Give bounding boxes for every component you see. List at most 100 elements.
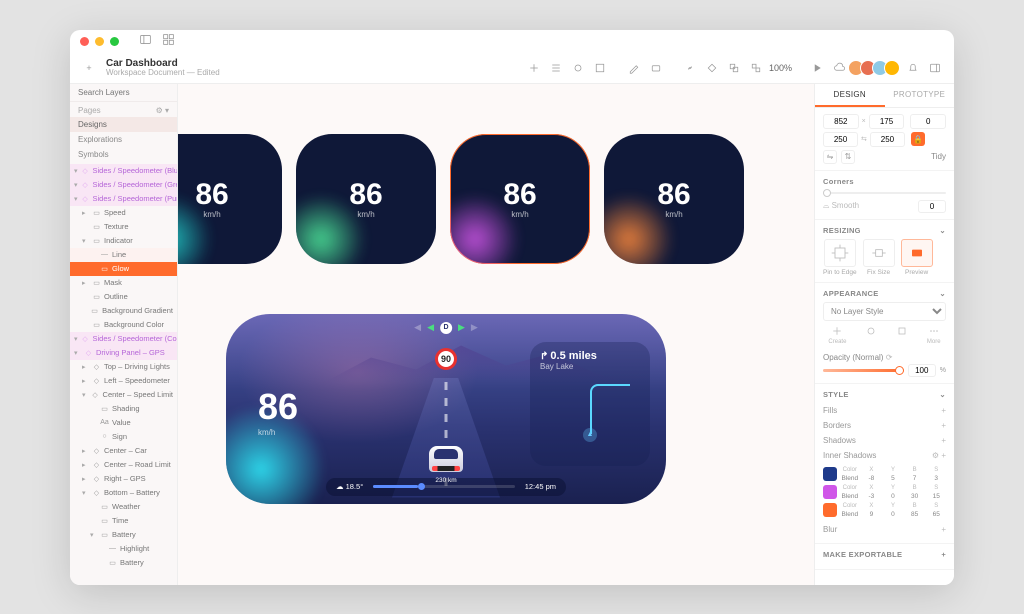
page-item[interactable]: Symbols	[70, 147, 177, 162]
driving-panel[interactable]: ◀ ◀ D ▶ ▶ 90 86 km/h ↱0.5 miles Bay Lake	[226, 314, 666, 504]
layer-row[interactable]: —Highlight	[70, 542, 177, 556]
speedometer-artboard[interactable]: 86km/h	[178, 134, 282, 264]
layer-row[interactable]: ▭Time	[70, 514, 177, 528]
shadow-color-swatch[interactable]	[823, 467, 837, 481]
layer-row[interactable]: ▸▭Mask	[70, 276, 177, 290]
fills-row[interactable]: Fills+	[823, 403, 946, 418]
layer-row[interactable]: ▭Weather	[70, 500, 177, 514]
layer-row[interactable]: ▸▭Speed	[70, 206, 177, 220]
inner-shadows-row[interactable]: Inner Shadows⚙ +	[823, 448, 946, 463]
layer-row[interactable]: ▭Outline	[70, 290, 177, 304]
ungroup-tool-icon[interactable]	[747, 59, 765, 77]
layer-row[interactable]: ▸◇Right – GPS	[70, 472, 177, 486]
align-tool-icon[interactable]	[525, 59, 543, 77]
layer-row[interactable]: ▾◇Driving Panel – GPS	[70, 346, 177, 360]
page-item[interactable]: Designs	[70, 117, 177, 132]
constraint-preview[interactable]	[901, 239, 933, 267]
layer-row[interactable]: ▸◇Center – Road Limit	[70, 458, 177, 472]
shadow-color-swatch[interactable]	[823, 503, 837, 517]
layer-row[interactable]: ▭Background Color	[70, 318, 177, 332]
layer-row[interactable]: ▸◇Left – Speedometer	[70, 374, 177, 388]
play-preview-icon[interactable]	[808, 59, 826, 77]
layer-row[interactable]: ▸◇Center – Car	[70, 444, 177, 458]
mask-tool-icon[interactable]	[569, 59, 587, 77]
layer-row[interactable]: ▾▭Battery	[70, 528, 177, 542]
layer-row[interactable]: ▾◇Sides / Speedometer (Purple)	[70, 192, 177, 206]
layer-row[interactable]: ▾◇Sides / Speedometer (Blue)	[70, 164, 177, 178]
layer-row[interactable]: AaValue	[70, 416, 177, 430]
shape-tool-icon[interactable]	[647, 59, 665, 77]
constraint-fix[interactable]	[863, 239, 895, 267]
add-button[interactable]: +	[80, 59, 98, 77]
speedometer-artboard[interactable]: 86km/h	[450, 134, 590, 264]
tidy-button[interactable]: Tidy	[931, 152, 946, 161]
shadow-color-swatch[interactable]	[823, 485, 837, 499]
create-style-icon[interactable]: Create	[828, 325, 846, 345]
opacity-slider[interactable]	[823, 369, 904, 372]
flip-v-icon[interactable]: ⇅	[841, 150, 855, 164]
pos-x-input[interactable]	[823, 114, 859, 129]
weather-readout: ☁ 18.5°	[336, 482, 363, 491]
collapse-icon[interactable]: ⌄	[939, 226, 946, 235]
minimize-window[interactable]	[95, 37, 104, 46]
layer-row[interactable]: ▭Glow	[70, 262, 177, 276]
maximize-window[interactable]	[110, 37, 119, 46]
add-export-icon[interactable]: +	[941, 550, 946, 559]
pos-misc-input[interactable]	[910, 114, 946, 129]
canvas[interactable]: 86km/h86km/h86km/h86km/h ◀ ◀ D ▶ ▶ 90 86…	[178, 84, 814, 585]
speedometer-artboard[interactable]: 86km/h	[604, 134, 744, 264]
speedometer-artboard[interactable]: 86km/h	[296, 134, 436, 264]
symbol-tool-icon[interactable]	[703, 59, 721, 77]
inspector-toggle-icon[interactable]	[926, 59, 944, 77]
layer-row[interactable]: ▾◇Sides / Speedometer (Copper)	[70, 332, 177, 346]
tab-prototype[interactable]: PROTOTYPE	[885, 84, 955, 107]
blur-row[interactable]: Blur+	[823, 522, 946, 537]
layer-row[interactable]: ▾◇Center – Speed Limit	[70, 388, 177, 402]
corner-input[interactable]	[918, 200, 946, 213]
height-input[interactable]	[870, 132, 905, 147]
cloud-icon[interactable]	[830, 59, 848, 77]
link-tool-icon[interactable]	[681, 59, 699, 77]
zoom-level[interactable]: 100%	[769, 63, 792, 73]
style-action-icon[interactable]	[865, 325, 877, 345]
layer-row[interactable]: ▾◇Sides / Speedometer (Green)	[70, 178, 177, 192]
layer-row[interactable]: ▾◇Bottom – Battery	[70, 486, 177, 500]
pencil-tool-icon[interactable]	[625, 59, 643, 77]
width-input[interactable]	[823, 132, 858, 147]
layer-row[interactable]: ▭Background Gradient	[70, 304, 177, 318]
layer-row[interactable]: ▾▭Indicator	[70, 234, 177, 248]
outline-tool-icon[interactable]	[591, 59, 609, 77]
notifications-icon[interactable]	[904, 59, 922, 77]
lock-aspect-icon[interactable]: 🔒	[911, 132, 925, 146]
group-tool-icon[interactable]	[725, 59, 743, 77]
collapse-icon[interactable]: ⌄	[939, 390, 946, 399]
opacity-input[interactable]	[908, 364, 936, 377]
collaborator-avatars[interactable]	[852, 60, 900, 76]
more-icon[interactable]: More	[927, 325, 941, 345]
layer-row[interactable]: —Line	[70, 248, 177, 262]
layer-row[interactable]: ▭Battery	[70, 556, 177, 570]
layer-row[interactable]: ○Sign	[70, 430, 177, 444]
pos-y-input[interactable]	[869, 114, 905, 129]
borders-row[interactable]: Borders+	[823, 418, 946, 433]
collapse-icon[interactable]: ⌄	[939, 289, 946, 298]
layer-style-select[interactable]: No Layer Style	[823, 302, 946, 321]
flip-h-icon[interactable]: ⇋	[823, 150, 837, 164]
tab-design[interactable]: DESIGN	[815, 84, 885, 107]
layer-row[interactable]: ▭Shading	[70, 402, 177, 416]
layer-row[interactable]: ▸◇Top – Driving Lights	[70, 360, 177, 374]
close-window[interactable]	[80, 37, 89, 46]
layer-row[interactable]: ▭Texture	[70, 220, 177, 234]
avatar[interactable]	[884, 60, 900, 76]
distribute-tool-icon[interactable]	[547, 59, 565, 77]
location-marker-icon	[583, 428, 597, 442]
shadows-row[interactable]: Shadows+	[823, 433, 946, 448]
components-icon[interactable]	[162, 33, 175, 51]
style-action-icon[interactable]	[896, 325, 908, 345]
sidebar-toggle-icon[interactable]	[139, 33, 152, 51]
document-title[interactable]: Car Dashboard Workspace Document — Edite…	[106, 58, 220, 78]
constraint-pin[interactable]	[824, 239, 856, 267]
page-item[interactable]: Explorations	[70, 132, 177, 147]
pages-settings-icon[interactable]: ⚙ ▾	[156, 106, 169, 115]
search-input[interactable]	[78, 88, 169, 97]
